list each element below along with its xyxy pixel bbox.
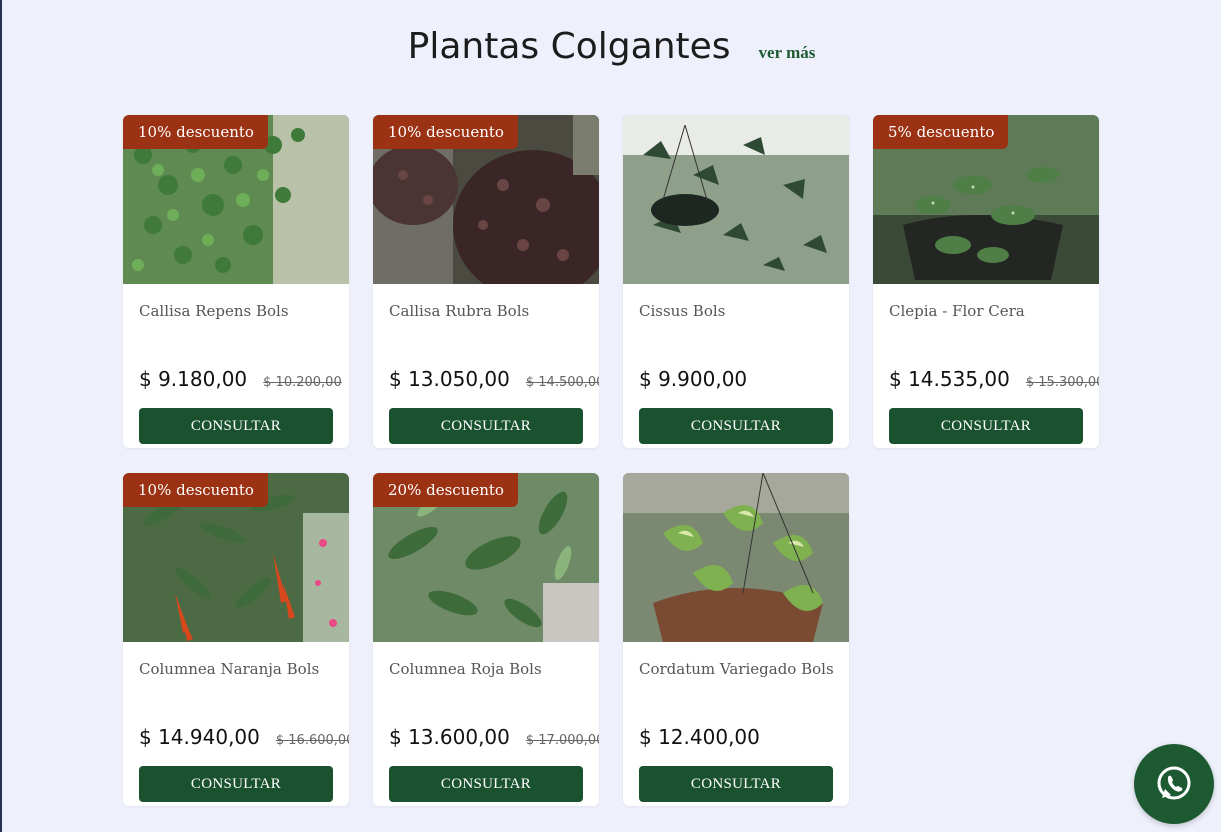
product-name[interactable]: Columnea Roja Bols [389,660,587,678]
product-image[interactable]: 10% descuento [373,115,599,284]
whatsapp-icon [1157,766,1191,800]
section-header: Plantas Colgantes ver más [2,26,1221,67]
product-card[interactable]: Cordatum Variegado Bols $ 12.400,00 CONS… [623,473,849,806]
product-card[interactable]: 20% descuento Columnea Roja Bols $ 13.60… [373,473,599,806]
original-price: $ 15.300,00 [1025,375,1099,390]
discount-badge: 10% descuento [123,473,268,507]
consultar-button[interactable]: CONSULTAR [139,408,333,444]
product-image[interactable]: 5% descuento [873,115,1099,284]
product-card[interactable]: Cissus Bols $ 9.900,00 CONSULTAR [623,115,849,448]
product-price: $ 13.050,00 [389,367,510,391]
product-name[interactable]: Callisa Rubra Bols [389,302,587,320]
product-price: $ 12.400,00 [639,725,760,749]
product-grid: 10% descuento Callisa Repens Bols $ 9.18… [123,115,1099,806]
product-image[interactable]: 10% descuento [123,115,349,284]
discount-badge: 10% descuento [373,115,518,149]
product-image[interactable] [623,473,849,642]
original-price: $ 16.600,00 [275,733,349,748]
price-row: $ 14.940,00 $ 16.600,00 [139,725,349,749]
product-price: $ 13.600,00 [389,725,510,749]
original-price: $ 14.500,00 [525,375,599,390]
price-row: $ 12.400,00 [639,725,845,749]
product-image[interactable]: 10% descuento [123,473,349,642]
product-name[interactable]: Callisa Repens Bols [139,302,337,320]
discount-badge: 10% descuento [123,115,268,149]
product-image[interactable] [623,115,849,284]
product-price: $ 14.535,00 [889,367,1010,391]
consultar-button[interactable]: CONSULTAR [389,766,583,802]
see-more-link[interactable]: ver más [759,43,816,63]
original-price: $ 10.200,00 [263,375,342,390]
original-price: $ 17.000,00 [525,733,599,748]
consultar-button[interactable]: CONSULTAR [139,766,333,802]
consultar-button[interactable]: CONSULTAR [389,408,583,444]
product-name[interactable]: Cissus Bols [639,302,837,320]
whatsapp-button[interactable] [1134,744,1214,824]
product-name[interactable]: Columnea Naranja Bols [139,660,337,678]
consultar-button[interactable]: CONSULTAR [889,408,1083,444]
price-row: $ 13.600,00 $ 17.000,00 [389,725,599,749]
consultar-button[interactable]: CONSULTAR [639,408,833,444]
price-row: $ 9.900,00 [639,367,845,391]
section-title: Plantas Colgantes [407,26,731,67]
product-card[interactable]: 5% descuento Clepia - Flor Cera $ 14.535… [873,115,1099,448]
product-price: $ 14.940,00 [139,725,260,749]
discount-badge: 5% descuento [873,115,1009,149]
discount-badge: 20% descuento [373,473,518,507]
consultar-button[interactable]: CONSULTAR [639,766,833,802]
price-row: $ 13.050,00 $ 14.500,00 [389,367,599,391]
product-card[interactable]: 10% descuento Columnea Naranja Bols $ 14… [123,473,349,806]
product-price: $ 9.180,00 [139,367,248,391]
product-name[interactable]: Cordatum Variegado Bols [639,660,837,678]
product-name[interactable]: Clepia - Flor Cera [889,302,1087,320]
product-price: $ 9.900,00 [639,367,748,391]
product-image[interactable]: 20% descuento [373,473,599,642]
price-row: $ 14.535,00 $ 15.300,00 [889,367,1099,391]
product-card[interactable]: 10% descuento Callisa Repens Bols $ 9.18… [123,115,349,448]
price-row: $ 9.180,00 $ 10.200,00 [139,367,345,391]
product-card[interactable]: 10% descuento Callisa Rubra Bols $ 13.05… [373,115,599,448]
